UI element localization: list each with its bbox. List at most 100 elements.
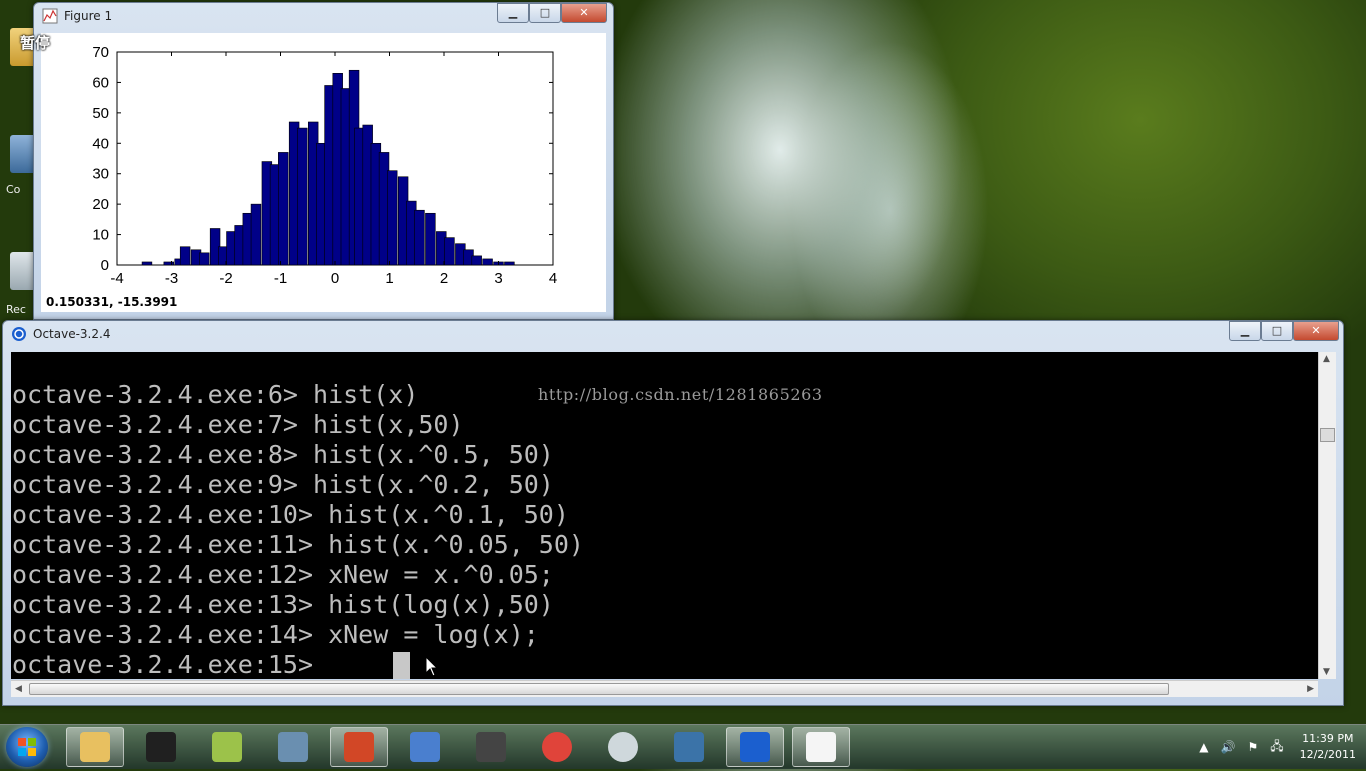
- y-tick-label: 0: [101, 257, 109, 274]
- console-line: octave-3.2.4.exe:13> hist(log(x),50): [12, 590, 554, 619]
- figure-app-icon: [42, 8, 58, 24]
- histogram-bar: [387, 170, 398, 266]
- camcorder-icon: [146, 732, 176, 762]
- taskbar-button-webcam-app[interactable]: [594, 727, 652, 767]
- figure-window-title: Figure 1: [64, 9, 113, 23]
- y-tick-label: 20: [92, 196, 109, 213]
- vertical-scroll-thumb[interactable]: [1320, 428, 1335, 442]
- console-line: octave-3.2.4.exe:12> xNew = x.^0.05;: [12, 560, 554, 589]
- octave-app-icon: [12, 327, 26, 341]
- histogram-bar: [297, 127, 308, 266]
- maximize-button[interactable]: □: [1261, 321, 1293, 341]
- horizontal-scrollbar[interactable]: ◀ ▶: [11, 680, 1318, 697]
- histogram-bar: [198, 252, 210, 266]
- taskbar-button-figure-window[interactable]: [792, 727, 850, 767]
- x-tick-label: 1: [385, 270, 393, 287]
- console-line: octave-3.2.4.exe:14> xNew = log(x);: [12, 620, 539, 649]
- y-tick-label: 30: [92, 166, 109, 183]
- taskbar-button-octave-console[interactable]: [726, 727, 784, 767]
- start-button[interactable]: [6, 727, 48, 767]
- x-tick-label: 0: [331, 270, 339, 287]
- y-tick-label: 50: [92, 105, 109, 122]
- taskbar-button-chrome[interactable]: [528, 727, 586, 767]
- powerpoint-icon: [344, 732, 374, 762]
- taskbar-button-windows-explorer[interactable]: [66, 727, 124, 767]
- desktop-icon-label: Co: [6, 183, 21, 196]
- taskbar-button-video-camera-app[interactable]: [132, 727, 190, 767]
- taskbar-button-powerpoint[interactable]: [330, 727, 388, 767]
- show-hidden-icons-icon[interactable]: ▲: [1199, 740, 1208, 754]
- histogram-bar: [141, 261, 153, 266]
- x-tick-label: 3: [494, 270, 502, 287]
- scroll-down-arrow-icon[interactable]: ▼: [1323, 667, 1330, 677]
- mouse-pointer-icon: [425, 656, 439, 677]
- clock-date: 12/2/2011: [1299, 748, 1356, 761]
- remote-desktop-icon: [410, 732, 440, 762]
- x-tick-label: -4: [110, 270, 123, 287]
- x-tick-label: -2: [219, 270, 232, 287]
- action-center-flag-icon[interactable]: ⚑: [1247, 740, 1258, 754]
- histogram-bar: [425, 212, 436, 266]
- maximize-button[interactable]: □: [529, 3, 561, 23]
- folder-icon: [80, 732, 110, 762]
- desktop-icon-label: Rec: [6, 303, 26, 316]
- histogram-bar: [414, 209, 425, 266]
- histogram-bar: [471, 255, 482, 266]
- x-tick-label: 4: [549, 270, 557, 287]
- x-tick-label: -1: [274, 270, 287, 287]
- vertical-scrollbar[interactable]: ▲ ▼: [1318, 352, 1336, 679]
- camera-icon: [476, 732, 506, 762]
- histogram-chart[interactable]: -4 -3 -2 -1 0 1 2 3 4010203040506070: [41, 33, 606, 293]
- console-line: octave-3.2.4.exe:10> hist(x.^0.1, 50): [12, 500, 569, 529]
- volume-icon[interactable]: 🔊: [1220, 740, 1235, 754]
- figure-canvas[interactable]: -4 -3 -2 -1 0 1 2 3 4 0 10 20 30 40 50 60 70 0.150331, -…: [41, 33, 606, 312]
- close-button[interactable]: ✕: [1293, 321, 1339, 341]
- histogram-bar: [504, 261, 515, 266]
- python-icon: [674, 732, 704, 762]
- y-tick-label: 10: [92, 227, 109, 244]
- windows-logo-icon: [18, 738, 36, 756]
- scroll-right-arrow-icon[interactable]: ▶: [1307, 684, 1314, 694]
- text-cursor: [393, 652, 410, 679]
- taskbar-button-python[interactable]: [660, 727, 718, 767]
- chrome-icon: [542, 732, 572, 762]
- system-tray: ▲ 🔊 ⚑ 🖧 11:39 PM 12/2/2011: [1199, 729, 1356, 765]
- x-tick-label: 2: [440, 270, 448, 287]
- console-prompt-line[interactable]: octave-3.2.4.exe:15>: [12, 650, 328, 679]
- histogram-bar: [278, 152, 289, 266]
- horizontal-scroll-thumb[interactable]: [29, 683, 1169, 695]
- taskbar: ▲ 🔊 ⚑ 🖧 11:39 PM 12/2/2011: [0, 724, 1366, 769]
- taskbar-button-remote-desktop[interactable]: [396, 727, 454, 767]
- x-tick-label: -3: [165, 270, 178, 287]
- webcam-icon: [608, 732, 638, 762]
- octave-console-window[interactable]: Octave-3.2.4 ▁ □ ✕ octave-3.2.4.exe:6> h…: [2, 320, 1344, 706]
- clock[interactable]: 11:39 PM 12/2/2011: [1300, 731, 1356, 763]
- taskbar-button-notes-app[interactable]: [198, 727, 256, 767]
- minimize-button[interactable]: ▁: [1229, 321, 1261, 341]
- network-status-icon[interactable]: 🖧: [1270, 737, 1283, 758]
- histogram-bar: [482, 258, 493, 266]
- pause-badge: 暂停: [20, 34, 51, 52]
- console-titlebar[interactable]: Octave-3.2.4 ▁ □ ✕: [3, 321, 1343, 347]
- plot-icon: [806, 732, 836, 762]
- watermark-text: http://blog.csdn.net/1281865263: [538, 385, 823, 404]
- clock-time: 11:39 PM: [1302, 732, 1354, 745]
- sticky-note-icon: [212, 732, 242, 762]
- y-tick-label: 70: [92, 44, 109, 61]
- taskbar-button-camera-app[interactable]: [462, 727, 520, 767]
- coordinate-readout: 0.150331, -15.3991: [46, 295, 178, 309]
- scroll-up-arrow-icon[interactable]: ▲: [1323, 354, 1330, 364]
- figure-window[interactable]: Figure 1 ▁ □ ✕ -4 -3 -2 -1 0 1 2 3 4 0 10 20 30 40 50 6…: [33, 2, 614, 320]
- console-line: octave-3.2.4.exe:9> hist(x.^0.2, 50): [12, 470, 554, 499]
- scroll-left-arrow-icon[interactable]: ◀: [15, 684, 22, 694]
- minimize-button[interactable]: ▁: [497, 3, 529, 23]
- taskbar-button-network-app[interactable]: [264, 727, 322, 767]
- console-line: octave-3.2.4.exe:6> hist(x): [12, 380, 419, 409]
- network-icon: [278, 732, 308, 762]
- histogram-bar: [444, 237, 455, 266]
- y-tick-label: 60: [92, 74, 109, 91]
- figure-titlebar[interactable]: Figure 1 ▁ □ ✕: [34, 3, 613, 29]
- close-button[interactable]: ✕: [561, 3, 607, 23]
- console-window-title: Octave-3.2.4: [33, 327, 111, 341]
- histogram-bar: [250, 203, 262, 266]
